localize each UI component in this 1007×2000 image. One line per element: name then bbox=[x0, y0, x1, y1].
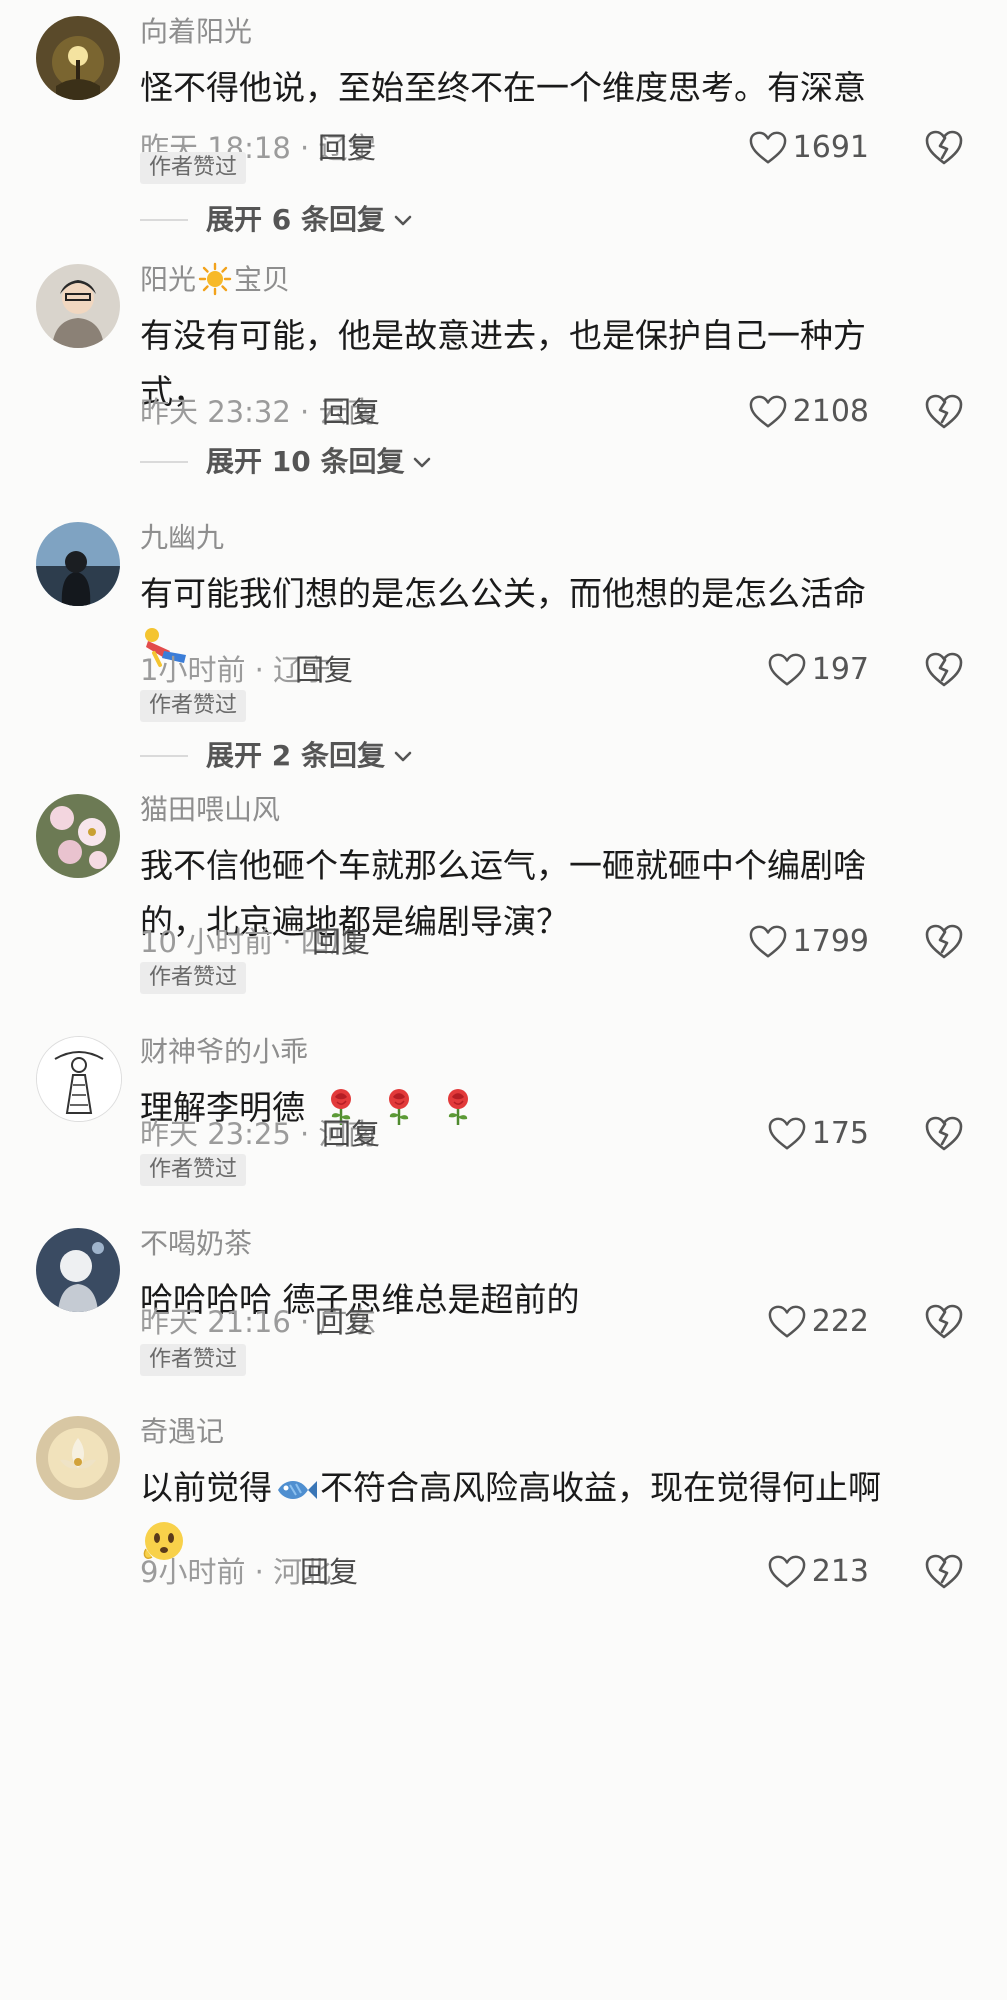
reply-button[interactable]: 回复 bbox=[312, 922, 370, 962]
username[interactable]: 不喝奶茶 bbox=[140, 1226, 252, 1262]
broken-heart-icon[interactable] bbox=[924, 1552, 964, 1592]
avatar[interactable] bbox=[36, 794, 120, 878]
like-count: 213 bbox=[811, 1554, 869, 1589]
divider bbox=[140, 461, 188, 463]
author-liked-badge: 作者赞过 bbox=[140, 962, 247, 994]
expand-replies-button[interactable]: 展开 10 条回复 bbox=[140, 442, 434, 482]
expand-replies-label: 展开 2 条回复 bbox=[206, 739, 385, 772]
username[interactable]: 九幽九 bbox=[140, 520, 224, 556]
like-button[interactable]: 213 bbox=[768, 1552, 869, 1592]
reply-button[interactable]: 回复 bbox=[295, 650, 353, 690]
avatar[interactable] bbox=[36, 1036, 122, 1122]
heart-outline-icon bbox=[768, 1304, 806, 1340]
reply-button[interactable]: 回复 bbox=[300, 1552, 358, 1592]
like-button[interactable]: 2108 bbox=[749, 392, 869, 432]
like-button[interactable]: 175 bbox=[768, 1114, 869, 1154]
expand-replies-button[interactable]: 展开 2 条回复 bbox=[140, 736, 415, 776]
sun-emoji-icon bbox=[198, 262, 232, 296]
reply-button[interactable]: 回复 bbox=[322, 1114, 380, 1154]
like-count: 222 bbox=[811, 1304, 869, 1339]
like-button[interactable]: 1799 bbox=[749, 922, 869, 962]
like-count: 197 bbox=[811, 652, 869, 687]
like-count: 1691 bbox=[792, 130, 869, 165]
broken-heart-icon[interactable] bbox=[924, 922, 964, 962]
chevron-down-icon bbox=[391, 744, 415, 768]
heart-outline-icon bbox=[749, 394, 787, 430]
heart-outline-icon bbox=[768, 1554, 806, 1590]
comment-text-body: 有可能我们想的是怎么公关，而他想的是怎么活命 bbox=[140, 574, 866, 613]
broken-heart-icon[interactable] bbox=[924, 650, 964, 690]
chevron-down-icon bbox=[391, 208, 415, 232]
author-liked-badge: 作者赞过 bbox=[140, 152, 247, 184]
divider bbox=[140, 219, 188, 221]
avatar[interactable] bbox=[36, 522, 120, 606]
expand-replies-label: 展开 6 条回复 bbox=[206, 203, 385, 236]
author-liked-badge: 作者赞过 bbox=[140, 1344, 247, 1376]
broken-heart-icon[interactable] bbox=[924, 1114, 964, 1154]
like-button[interactable]: 197 bbox=[768, 650, 869, 690]
author-liked-badge: 作者赞过 bbox=[140, 1154, 247, 1186]
broken-heart-icon[interactable] bbox=[924, 1302, 964, 1342]
heart-outline-icon bbox=[749, 130, 787, 166]
rose-emoji-icon bbox=[384, 1087, 414, 1127]
username[interactable]: 奇遇记 bbox=[140, 1414, 224, 1450]
comment-text-part: 不符合高风险高收益，现在觉得何止啊 bbox=[320, 1468, 881, 1507]
like-count: 1799 bbox=[792, 924, 869, 959]
author-liked-badge: 作者赞过 bbox=[140, 690, 247, 722]
broken-heart-icon[interactable] bbox=[924, 128, 964, 168]
reply-button[interactable]: 回复 bbox=[318, 128, 376, 168]
heart-outline-icon bbox=[768, 652, 806, 688]
expand-replies-label: 展开 10 条回复 bbox=[206, 445, 405, 478]
heart-outline-icon bbox=[749, 924, 787, 960]
like-button[interactable]: 1691 bbox=[749, 128, 869, 168]
divider bbox=[140, 755, 188, 757]
like-button[interactable]: 222 bbox=[768, 1302, 869, 1342]
username[interactable]: 向着阳光 bbox=[140, 14, 252, 50]
avatar[interactable] bbox=[36, 1228, 120, 1312]
username[interactable]: 财神爷的小乖 bbox=[140, 1034, 308, 1070]
heart-outline-icon bbox=[768, 1116, 806, 1152]
reply-button[interactable]: 回复 bbox=[322, 392, 380, 432]
username-part: 宝贝 bbox=[234, 263, 291, 296]
fish-emoji-icon bbox=[278, 1480, 317, 1500]
username[interactable]: 阳光 宝贝 bbox=[140, 262, 290, 298]
avatar[interactable] bbox=[36, 264, 120, 348]
rose-emoji-icon bbox=[443, 1087, 473, 1127]
chevron-down-icon bbox=[410, 450, 434, 474]
like-count: 175 bbox=[811, 1116, 869, 1151]
avatar[interactable] bbox=[36, 1416, 120, 1500]
reply-button[interactable]: 回复 bbox=[315, 1302, 373, 1342]
avatar[interactable] bbox=[36, 16, 120, 100]
like-count: 2108 bbox=[792, 394, 869, 429]
comment-list: 向着阳光 怪不得他说，至始至终不在一个维度思考。有深意 昨天 18:18 · 辽… bbox=[0, 0, 1007, 2000]
username-part: 阳光 bbox=[140, 263, 197, 296]
expand-replies-button[interactable]: 展开 6 条回复 bbox=[140, 200, 415, 240]
comment-text-part: 以前觉得 bbox=[140, 1468, 272, 1507]
username[interactable]: 猫田喂山风 bbox=[140, 792, 280, 828]
comment-text: 怪不得他说，至始至终不在一个维度思考。有深意 bbox=[140, 68, 866, 107]
broken-heart-icon[interactable] bbox=[924, 392, 964, 432]
